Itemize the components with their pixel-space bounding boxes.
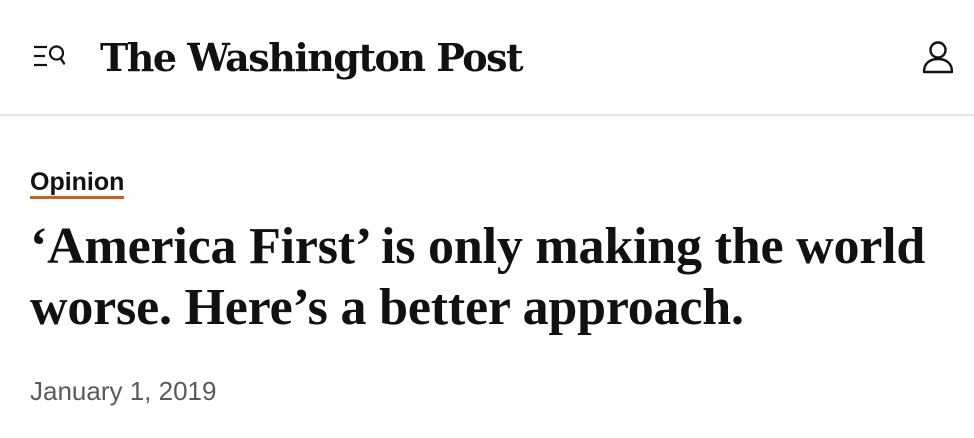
article-headline: ‘America First’ is only making the world… — [30, 218, 926, 336]
account-button[interactable] — [918, 38, 958, 78]
site-header: The Washington Post — [0, 0, 974, 116]
menu-search-icon — [34, 45, 66, 67]
section-link-opinion[interactable]: Opinion — [30, 168, 125, 199]
menu-search-button[interactable] — [30, 40, 68, 74]
publish-date: January 1, 2019 — [30, 376, 217, 406]
site-logo[interactable]: The Washington Post — [100, 30, 524, 86]
user-icon — [922, 41, 954, 74]
